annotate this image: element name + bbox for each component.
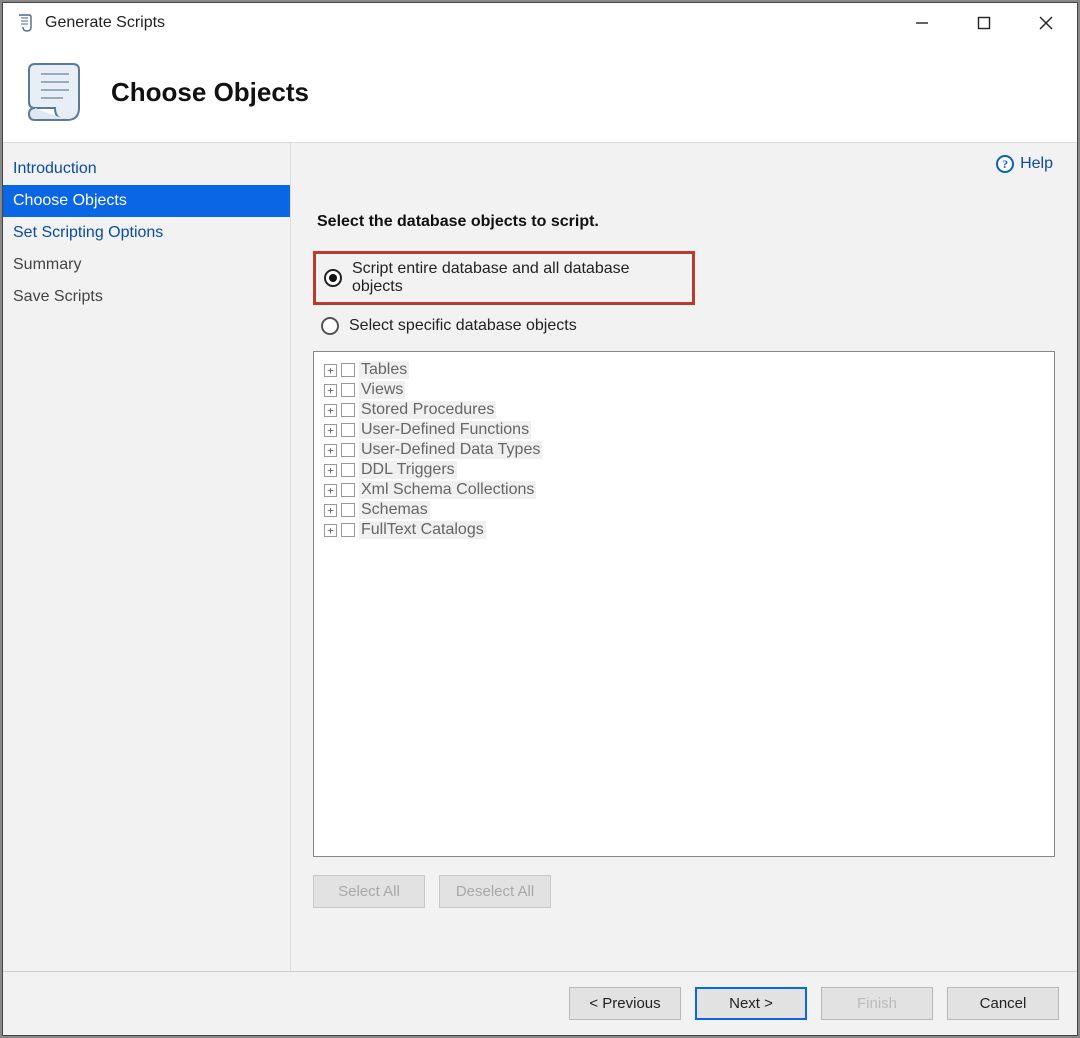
tree-item[interactable]: + Stored Procedures <box>324 400 1044 420</box>
tree-label: Views <box>359 381 405 399</box>
checkbox-icon[interactable] <box>341 443 355 457</box>
tree-label: FullText Catalogs <box>359 521 486 539</box>
wizard-content: ? Help Select the database objects to sc… <box>291 143 1077 971</box>
expand-icon[interactable]: + <box>324 464 337 477</box>
generate-scripts-window: Generate Scripts Choose Objec <box>2 2 1078 1036</box>
tree-label: Schemas <box>359 501 430 519</box>
wizard-footer: < Previous Next > Finish Cancel <box>3 971 1077 1035</box>
expand-icon[interactable]: + <box>324 424 337 437</box>
nav-item-summary[interactable]: Summary <box>3 249 290 281</box>
tree-item[interactable]: + User-Defined Functions <box>324 420 1044 440</box>
radio-script-specific[interactable]: Select specific database objects <box>313 311 1055 341</box>
checkbox-icon[interactable] <box>341 383 355 397</box>
wizard-nav: Introduction Choose Objects Set Scriptin… <box>3 143 291 971</box>
close-button[interactable] <box>1015 3 1077 43</box>
checkbox-icon[interactable] <box>341 503 355 517</box>
tree-item[interactable]: + Tables <box>324 360 1044 380</box>
tree-label: Tables <box>359 361 409 379</box>
expand-icon[interactable]: + <box>324 404 337 417</box>
tree-item[interactable]: + Views <box>324 380 1044 400</box>
checkbox-icon[interactable] <box>341 523 355 537</box>
tree-item[interactable]: + User-Defined Data Types <box>324 440 1044 460</box>
tree-label: User-Defined Functions <box>359 421 531 439</box>
minimize-button[interactable] <box>891 3 953 43</box>
selection-buttons: Select All Deselect All <box>313 875 1055 908</box>
window-buttons <box>891 3 1077 43</box>
help-label: Help <box>1020 155 1053 173</box>
nav-item-introduction[interactable]: Introduction <box>3 153 290 185</box>
radio-label-specific: Select specific database objects <box>349 317 577 335</box>
wizard-header: Choose Objects <box>3 43 1077 143</box>
next-button[interactable]: Next > <box>695 987 807 1020</box>
tree-item[interactable]: + FullText Catalogs <box>324 520 1044 540</box>
nav-item-choose-objects[interactable]: Choose Objects <box>3 185 290 217</box>
deselect-all-button[interactable]: Deselect All <box>439 875 551 908</box>
radio-script-entire[interactable]: Script entire database and all database … <box>313 251 695 305</box>
radio-label-entire: Script entire database and all database … <box>352 260 684 296</box>
finish-button[interactable]: Finish <box>821 987 933 1020</box>
help-icon: ? <box>996 155 1014 173</box>
instruction-text: Select the database objects to script. <box>317 213 1055 231</box>
expand-icon[interactable]: + <box>324 524 337 537</box>
help-link[interactable]: ? Help <box>996 155 1053 173</box>
expand-icon[interactable]: + <box>324 444 337 457</box>
tree-label: User-Defined Data Types <box>359 441 542 459</box>
tree-item[interactable]: + Schemas <box>324 500 1044 520</box>
checkbox-icon[interactable] <box>341 363 355 377</box>
expand-icon[interactable]: + <box>324 484 337 497</box>
checkbox-icon[interactable] <box>341 423 355 437</box>
object-tree: + Tables + Views + Stored Procedures + <box>313 351 1055 857</box>
checkbox-icon[interactable] <box>341 403 355 417</box>
titlebar: Generate Scripts <box>3 3 1077 43</box>
nav-item-save-scripts[interactable]: Save Scripts <box>3 281 290 313</box>
maximize-button[interactable] <box>953 3 1015 43</box>
cancel-button[interactable]: Cancel <box>947 987 1059 1020</box>
app-icon <box>15 13 35 33</box>
tree-item[interactable]: + Xml Schema Collections <box>324 480 1044 500</box>
expand-icon[interactable]: + <box>324 504 337 517</box>
checkbox-icon[interactable] <box>341 483 355 497</box>
checkbox-icon[interactable] <box>341 463 355 477</box>
page-title: Choose Objects <box>111 77 309 108</box>
radio-icon <box>324 269 342 287</box>
tree-label: DDL Triggers <box>359 461 457 479</box>
nav-item-set-scripting-options[interactable]: Set Scripting Options <box>3 217 290 249</box>
tree-label: Stored Procedures <box>359 401 496 419</box>
tree-label: Xml Schema Collections <box>359 481 536 499</box>
expand-icon[interactable]: + <box>324 364 337 377</box>
tree-item[interactable]: + DDL Triggers <box>324 460 1044 480</box>
wizard-body: Introduction Choose Objects Set Scriptin… <box>3 143 1077 971</box>
window-title: Generate Scripts <box>45 14 891 32</box>
scroll-icon <box>23 58 87 128</box>
radio-icon <box>321 317 339 335</box>
previous-button[interactable]: < Previous <box>569 987 681 1020</box>
expand-icon[interactable]: + <box>324 384 337 397</box>
select-all-button[interactable]: Select All <box>313 875 425 908</box>
